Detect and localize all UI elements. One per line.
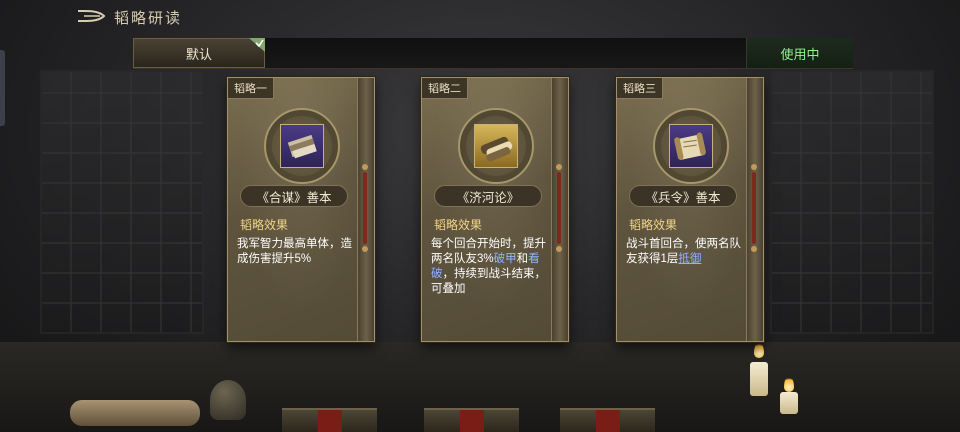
tab-bar: 默认 使用中 <box>133 38 853 69</box>
book-bundle-icon <box>280 124 324 168</box>
item-icon-frame <box>458 108 534 184</box>
background-window-right <box>770 70 934 334</box>
card-name: 《合谋》善本 <box>240 185 348 207</box>
background-table-item <box>282 408 377 432</box>
card-tag: 韬略一 <box>228 78 274 99</box>
background-censer <box>210 380 246 420</box>
card-side-rail <box>551 78 568 341</box>
effect-title: 韬略效果 <box>240 218 289 232</box>
card-side-rail <box>746 78 763 341</box>
card-tag: 韬略三 <box>617 78 663 99</box>
keyword-link[interactable]: 抵御 <box>678 253 701 265</box>
background-table-item <box>560 408 655 432</box>
item-icon-frame <box>653 108 729 184</box>
background-candle <box>750 362 768 396</box>
card-name: 《兵令》善本 <box>629 185 737 207</box>
effect-description: 我军智力最高单体，造成伤害提升5% <box>237 238 352 265</box>
top-bar: 韬略研读 <box>0 0 960 34</box>
card-name: 《济河论》 <box>434 185 542 207</box>
background-table-item <box>424 408 519 432</box>
effect-title: 韬略效果 <box>434 218 483 232</box>
card-tag: 韬略二 <box>422 78 468 99</box>
back-icon[interactable] <box>76 8 106 24</box>
background-window-left <box>40 70 204 334</box>
strategy-card-3[interactable]: 韬略三 《兵令》善本 韬略效果 战斗首回合，使两名队友获得1层抵御 <box>616 77 764 342</box>
card-side-rail <box>357 78 374 341</box>
candle-flame <box>784 376 794 392</box>
background-scroll <box>70 400 200 426</box>
check-icon <box>249 38 265 52</box>
effect-title: 韬略效果 <box>629 218 678 232</box>
background-candle <box>780 392 798 414</box>
scroll-bundle-icon <box>474 124 518 168</box>
in-use-status: 使用中 <box>746 38 853 68</box>
scroll-icon <box>669 124 713 168</box>
strategy-card-2[interactable]: 韬略二 《济河论》 韬略效果 每个回合开始时，提升两名队友3%破甲和看破，持续到… <box>421 77 569 342</box>
keyword-link[interactable]: 破甲 <box>494 253 517 265</box>
effect-description: 战斗首回合，使两名队友获得1层抵御 <box>626 238 741 265</box>
item-icon-frame <box>264 108 340 184</box>
side-drawer-handle[interactable] <box>0 50 5 126</box>
tab-default[interactable]: 默认 <box>133 38 265 68</box>
effect-description: 每个回合开始时，提升两名队友3%破甲和看破，持续到战斗结束，可叠加 <box>431 238 546 295</box>
page-title: 韬略研读 <box>114 10 183 27</box>
strategy-card-1[interactable]: 韬略一 《合谋》善本 韬略效果 我军智力最高单体，造成伤害提升5% <box>227 77 375 342</box>
candle-flame <box>754 342 764 358</box>
tab-default-label: 默认 <box>185 46 212 62</box>
